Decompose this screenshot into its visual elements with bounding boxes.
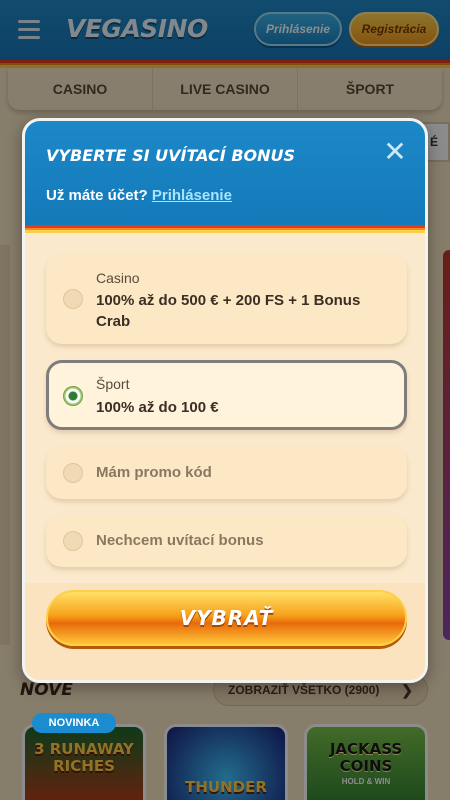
- bonus-option-promo-code[interactable]: Mám promo kód: [46, 447, 407, 499]
- option-label: Mám promo kód: [96, 464, 212, 481]
- close-icon[interactable]: ✕: [383, 138, 407, 166]
- bonus-option-casino[interactable]: Casino 100% až do 500 € + 200 FS + 1 Bon…: [46, 254, 407, 344]
- option-label: Nechcem uvítací bonus: [96, 532, 264, 549]
- radio-unchecked-icon[interactable]: [63, 289, 83, 309]
- radio-unchecked-icon[interactable]: [63, 463, 83, 483]
- new-badge: NOVINKA: [32, 713, 116, 733]
- select-bonus-button[interactable]: VYBRAŤ: [46, 590, 407, 646]
- radio-checked-icon[interactable]: [63, 386, 83, 406]
- modal-subtitle: Už máte účet? Prihlásenie: [46, 187, 232, 204]
- login-link[interactable]: Prihlásenie: [152, 187, 232, 204]
- option-value: 100% až do 100 €: [96, 399, 219, 416]
- bonus-option-no-bonus[interactable]: Nechcem uvítací bonus: [46, 515, 407, 567]
- modal-header: VYBERTE SI UVÍTACÍ BONUS ✕ Už máte účet?…: [25, 121, 425, 225]
- account-question: Už máte účet?: [46, 187, 148, 204]
- option-value: 100% až do 500 € + 200 FS + 1 Bonus Crab: [96, 292, 361, 330]
- welcome-bonus-modal: VYBERTE SI UVÍTACÍ BONUS ✕ Už máte účet?…: [22, 118, 428, 683]
- bonus-option-sport[interactable]: Šport 100% až do 100 €: [46, 360, 407, 430]
- radio-unchecked-icon[interactable]: [63, 531, 83, 551]
- option-label: Šport: [96, 376, 130, 392]
- modal-title: VYBERTE SI UVÍTACÍ BONUS: [46, 146, 296, 165]
- modal-stripe: [25, 225, 425, 233]
- option-label: Casino: [96, 270, 140, 286]
